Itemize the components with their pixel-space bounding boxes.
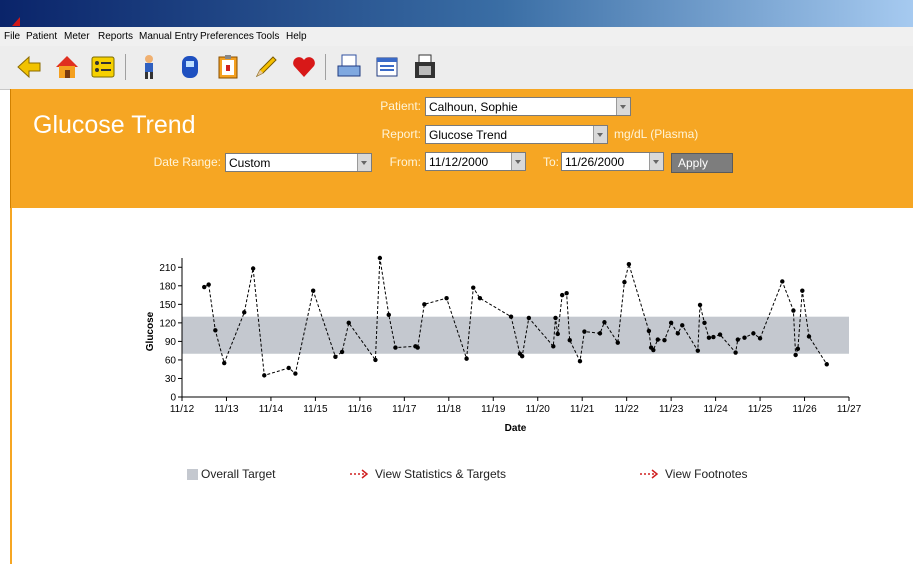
stats-link[interactable]: View Statistics & Targets	[350, 467, 506, 481]
data-point	[780, 279, 785, 284]
data-point	[800, 288, 805, 293]
data-point	[553, 315, 558, 321]
data-point	[202, 284, 207, 290]
data-point	[735, 337, 741, 342]
footnotes-link[interactable]: View Footnotes	[640, 467, 748, 481]
data-point	[346, 320, 351, 326]
x-axis-label: Date	[505, 423, 527, 434]
data-point	[655, 337, 660, 342]
data-point	[286, 365, 291, 371]
y-tick-label: 120	[159, 318, 176, 329]
footnotes-link-label[interactable]: View Footnotes	[665, 467, 748, 481]
x-tick-label: 11/24	[703, 404, 728, 415]
data-point	[577, 358, 583, 364]
stats-link-label[interactable]: View Statistics & Targets	[375, 467, 506, 481]
x-tick-label: 11/16	[348, 404, 373, 415]
x-tick-label: 11/18	[437, 404, 462, 415]
data-point	[697, 302, 703, 308]
x-tick-label: 11/27	[837, 404, 862, 415]
data-point	[680, 323, 685, 328]
data-point	[564, 291, 569, 296]
data-point	[795, 346, 801, 352]
data-point	[602, 320, 607, 325]
x-tick-label: 11/19	[481, 404, 506, 415]
data-point	[668, 320, 674, 326]
y-axis-label: Glucose	[145, 311, 156, 351]
target-legend-label: Overall Target	[201, 467, 276, 481]
data-point	[222, 360, 227, 366]
data-point	[310, 288, 316, 293]
y-tick-label: 150	[159, 300, 176, 311]
data-point	[824, 362, 829, 367]
data-point	[250, 266, 256, 271]
x-tick-label: 11/20	[526, 404, 551, 415]
y-tick-label: 180	[159, 281, 176, 292]
data-point	[706, 335, 712, 340]
data-point	[339, 349, 345, 355]
data-point	[377, 255, 383, 261]
data-point	[622, 279, 627, 285]
data-point	[242, 310, 247, 315]
data-point	[567, 337, 572, 343]
data-point	[751, 331, 756, 336]
data-point	[477, 295, 483, 301]
x-tick-label: 11/21	[570, 404, 595, 415]
data-point	[293, 371, 298, 376]
data-point	[742, 335, 747, 340]
x-tick-label: 11/26	[792, 404, 817, 415]
data-point	[702, 320, 707, 326]
data-point	[551, 344, 556, 349]
data-point	[519, 354, 525, 359]
data-point	[508, 314, 514, 319]
x-tick-label: 11/22	[615, 404, 640, 415]
y-tick-label: 210	[159, 263, 176, 274]
x-tick-label: 11/23	[659, 404, 684, 415]
data-point	[386, 312, 391, 318]
dotted-arrow-icon	[640, 469, 660, 479]
data-point	[675, 331, 681, 336]
x-tick-label: 11/14	[259, 404, 284, 415]
data-point	[757, 336, 763, 341]
data-point	[651, 347, 656, 353]
data-point	[695, 348, 701, 353]
data-point	[422, 302, 427, 307]
data-point	[791, 308, 796, 313]
data-point	[444, 295, 449, 301]
data-point	[793, 352, 798, 358]
x-tick-label: 11/12	[170, 404, 195, 415]
data-point	[526, 315, 532, 321]
x-tick-label: 11/15	[303, 404, 328, 415]
data-point	[559, 292, 565, 298]
x-tick-label: 11/17	[392, 404, 417, 415]
data-point	[464, 356, 469, 361]
legend-target: Overall Target	[187, 467, 275, 481]
x-tick-label: 11/25	[748, 404, 773, 415]
data-point	[471, 285, 476, 290]
data-point	[615, 340, 620, 345]
data-point	[415, 345, 420, 350]
x-tick-label: 11/13	[214, 404, 239, 415]
data-point	[733, 350, 738, 355]
data-point	[333, 354, 338, 360]
data-point	[806, 334, 812, 339]
data-point	[262, 373, 267, 378]
dotted-arrow-icon	[350, 469, 370, 479]
data-point	[373, 357, 378, 363]
y-tick-label: 0	[170, 393, 176, 404]
data-point	[582, 329, 587, 334]
data-point	[711, 334, 716, 340]
data-point	[206, 282, 211, 287]
data-point	[646, 328, 652, 334]
data-point	[626, 261, 632, 267]
data-point	[662, 337, 667, 343]
target-swatch	[187, 468, 198, 480]
data-point	[597, 331, 603, 336]
data-point	[213, 328, 218, 333]
data-point	[717, 332, 723, 337]
data-point	[393, 345, 398, 350]
y-tick-label: 60	[165, 355, 177, 366]
y-tick-label: 90	[165, 337, 177, 348]
y-tick-label: 30	[165, 374, 177, 385]
data-point	[555, 331, 560, 337]
